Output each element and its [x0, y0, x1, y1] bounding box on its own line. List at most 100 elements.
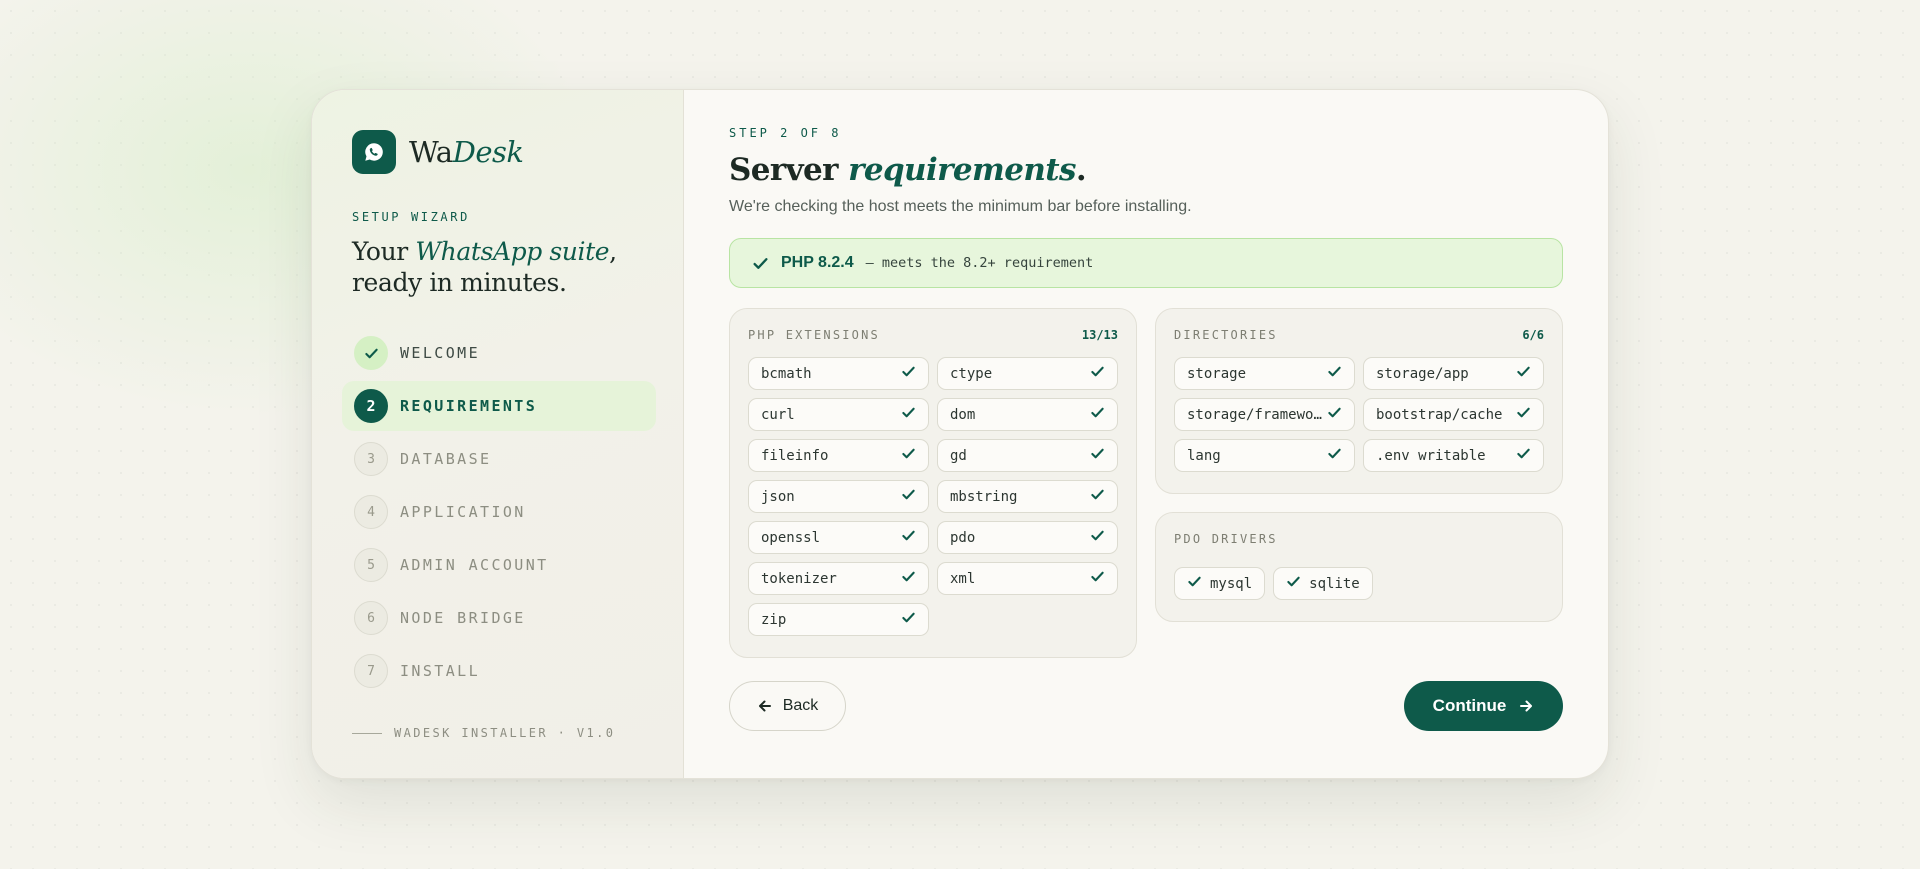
- directory-item: storage/framework: [1174, 398, 1355, 431]
- step-label: DATABASE: [400, 450, 492, 468]
- check-icon: [1516, 364, 1531, 384]
- step-label: ADMIN ACCOUNT: [400, 556, 549, 574]
- panel-count: 6/6: [1522, 328, 1544, 342]
- brand-name: WaDesk: [409, 135, 524, 169]
- directory-item-label: storage/app: [1376, 365, 1469, 382]
- installer-card: WaDesk SETUP WIZARD Your WhatsApp suite,…: [311, 89, 1609, 779]
- step-label: INSTALL: [400, 662, 481, 680]
- arrow-left-icon: [758, 700, 771, 712]
- directories-panel: DIRECTORIES 6/6 storage storage/app storag…: [1155, 308, 1563, 494]
- step-requirements[interactable]: 2 REQUIREMENTS: [342, 381, 656, 431]
- step-admin-account[interactable]: 5 ADMIN ACCOUNT: [342, 540, 656, 590]
- arrow-right-icon: [1520, 700, 1533, 712]
- check-icon: [1090, 487, 1105, 507]
- check-icon: [1090, 364, 1105, 384]
- extension-item: tokenizer: [748, 562, 929, 595]
- step-welcome[interactable]: WELCOME: [342, 328, 656, 378]
- check-icon: [901, 569, 916, 589]
- check-icon: [901, 446, 916, 466]
- back-label: Back: [782, 697, 819, 714]
- page-subtitle: We're checking the host meets the minimu…: [729, 198, 1192, 215]
- step-badge: [354, 336, 388, 370]
- page-title: Server requirements.: [729, 152, 1087, 188]
- php-version-banner: PHP 8.2.4 — meets the 8.2+ requirement: [729, 238, 1563, 288]
- pdo-driver-list: mysql sqlite: [1174, 567, 1544, 600]
- directory-item-label: storage/framework: [1187, 406, 1327, 423]
- check-icon: [1516, 446, 1531, 466]
- check-icon: [1090, 405, 1105, 425]
- extension-item-label: pdo: [950, 529, 976, 546]
- directory-item: bootstrap/cache: [1363, 398, 1544, 431]
- panel-count: 13/13: [1081, 328, 1118, 342]
- extension-item-label: openssl: [761, 529, 821, 546]
- step-badge: 3: [354, 442, 388, 476]
- extension-item: zip: [748, 603, 929, 636]
- step-badge: 2: [354, 389, 388, 423]
- check-icon: [1327, 405, 1342, 425]
- extension-item: fileinfo: [748, 439, 929, 472]
- extension-item-label: zip: [761, 611, 787, 628]
- pdo-driver-label: sqlite: [1309, 575, 1360, 592]
- version-label: WADESK INSTALLER · V1.0: [394, 726, 616, 740]
- php-extensions-panel: PHP EXTENSIONS 13/13 bcmath ctype curl dom f…: [729, 308, 1137, 658]
- check-icon: [1516, 405, 1531, 425]
- check-icon: [901, 528, 916, 548]
- divider: [352, 732, 382, 734]
- extension-item: dom: [937, 398, 1118, 431]
- check-icon: [1327, 446, 1342, 466]
- extension-item: curl: [748, 398, 929, 431]
- extension-item: json: [748, 480, 929, 513]
- continue-button[interactable]: Continue: [1404, 681, 1563, 731]
- step-install[interactable]: 7 INSTALL: [342, 646, 656, 696]
- extension-item-label: bcmath: [761, 365, 812, 382]
- check-icon: [1187, 574, 1202, 594]
- directory-item: storage/app: [1363, 357, 1544, 390]
- extension-item-label: json: [761, 488, 795, 505]
- extension-item: xml: [937, 562, 1118, 595]
- extension-list: bcmath ctype curl dom fileinfo gd json mbstring…: [748, 357, 1118, 636]
- back-button[interactable]: Back: [729, 681, 846, 731]
- step-database[interactable]: 3 DATABASE: [342, 434, 656, 484]
- directory-item: lang: [1174, 439, 1355, 472]
- php-version: PHP 8.2.4: [781, 254, 854, 271]
- check-icon: [901, 405, 916, 425]
- step-badge: 5: [354, 548, 388, 582]
- step-label: APPLICATION: [400, 503, 526, 521]
- pdo-driver-item: mysql: [1174, 567, 1266, 600]
- check-icon: [901, 610, 916, 630]
- php-requirement-note: — meets the 8.2+ requirement: [865, 255, 1094, 271]
- directory-item-label: bootstrap/cache: [1376, 406, 1503, 423]
- check-icon: [1090, 569, 1105, 589]
- extension-item: pdo: [937, 521, 1118, 554]
- directory-item-label: .env writable: [1376, 447, 1486, 464]
- directory-item: storage: [1174, 357, 1355, 390]
- check-icon: [364, 348, 378, 358]
- extension-item-label: xml: [950, 570, 976, 587]
- step-node-bridge[interactable]: 6 NODE BRIDGE: [342, 593, 656, 643]
- steps-nav: WELCOME 2 REQUIREMENTS 3 DATABASE 4 APPL…: [342, 328, 656, 696]
- check-icon: [1090, 528, 1105, 548]
- check-icon: [753, 257, 768, 269]
- check-icon: [901, 487, 916, 507]
- step-badge: 6: [354, 601, 388, 635]
- extension-item: mbstring: [937, 480, 1118, 513]
- tagline: Your WhatsApp suite, ready in minutes.: [352, 237, 617, 297]
- extension-item-label: mbstring: [950, 488, 1018, 505]
- extension-item: openssl: [748, 521, 929, 554]
- setup-wizard-label: SETUP WIZARD: [352, 210, 470, 224]
- extension-item-label: dom: [950, 406, 976, 423]
- pdo-driver-label: mysql: [1210, 575, 1253, 592]
- extension-item-label: curl: [761, 406, 795, 423]
- directory-item-label: lang: [1187, 447, 1221, 464]
- step-label: REQUIREMENTS: [400, 397, 538, 415]
- installer-version: WADESK INSTALLER · V1.0: [352, 726, 615, 740]
- extension-item-label: gd: [950, 447, 967, 464]
- extension-item-label: ctype: [950, 365, 993, 382]
- step-badge: 7: [354, 654, 388, 688]
- extension-item: ctype: [937, 357, 1118, 390]
- check-icon: [1327, 364, 1342, 384]
- step-label: WELCOME: [400, 344, 481, 362]
- logo: WaDesk: [352, 130, 683, 174]
- step-application[interactable]: 4 APPLICATION: [342, 487, 656, 537]
- sidebar: WaDesk SETUP WIZARD Your WhatsApp suite,…: [312, 90, 684, 778]
